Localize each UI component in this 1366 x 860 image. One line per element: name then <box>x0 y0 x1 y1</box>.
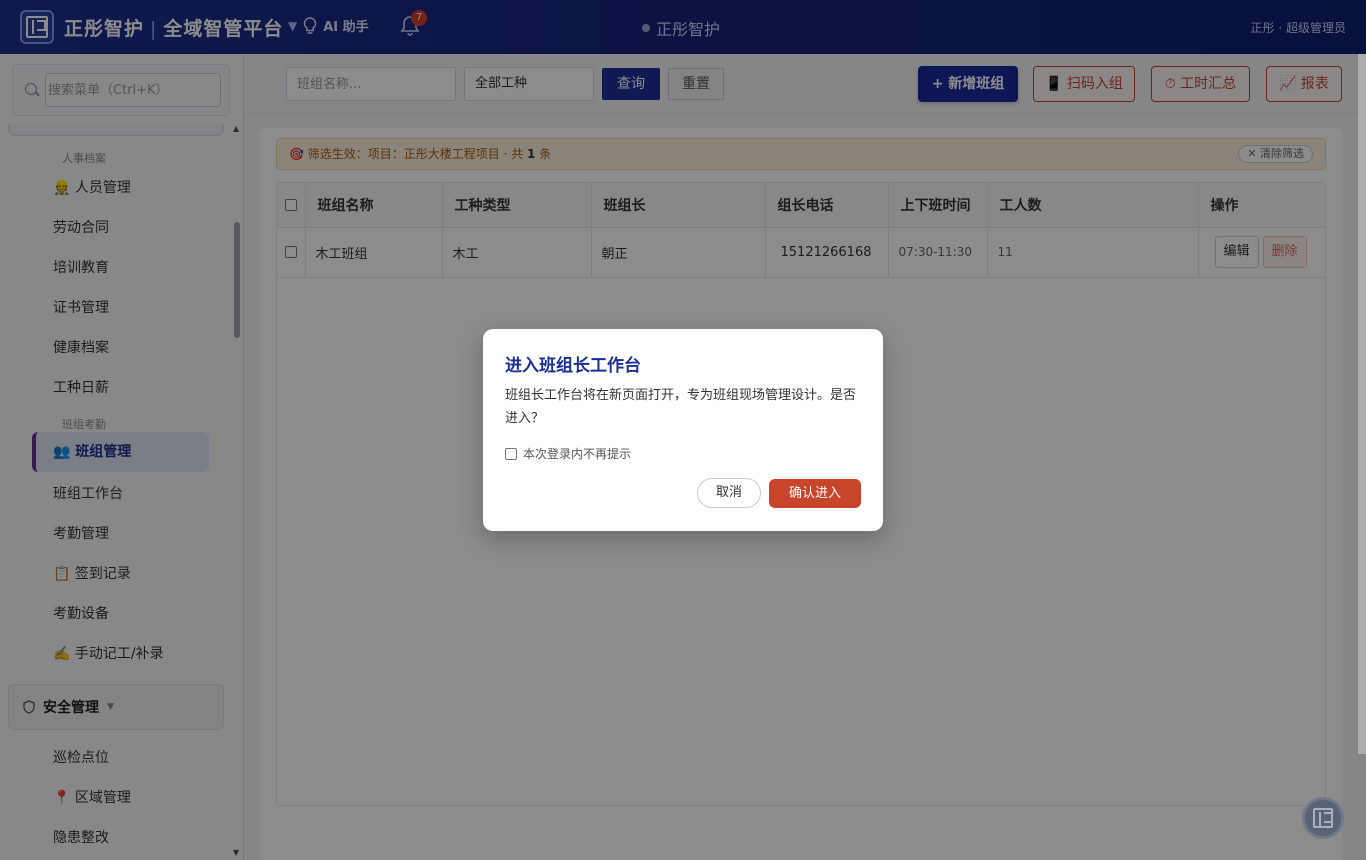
cancel-button[interactable]: 取消 <box>697 478 761 508</box>
dont-remind-checkbox[interactable]: 本次登录内不再提示 <box>505 445 631 462</box>
dialog-message: 班组长工作台将在新页面打开，专为班组现场管理设计。是否进入？ <box>505 388 857 426</box>
dont-remind-label: 本次登录内不再提示 <box>523 447 632 461</box>
enter-workbench-dialog: 进入班组长工作台 班组长工作台将在新页面打开，专为班组现场管理设计。是否进入？ … <box>483 329 883 531</box>
dialog-title: 进入班组长工作台 <box>505 356 641 376</box>
checkbox-box[interactable] <box>505 447 517 460</box>
page-scrollbar[interactable] <box>1358 54 1366 754</box>
floating-assistant-button[interactable] <box>1302 797 1344 839</box>
confirm-enter-button[interactable]: 确认进入 <box>769 479 861 508</box>
